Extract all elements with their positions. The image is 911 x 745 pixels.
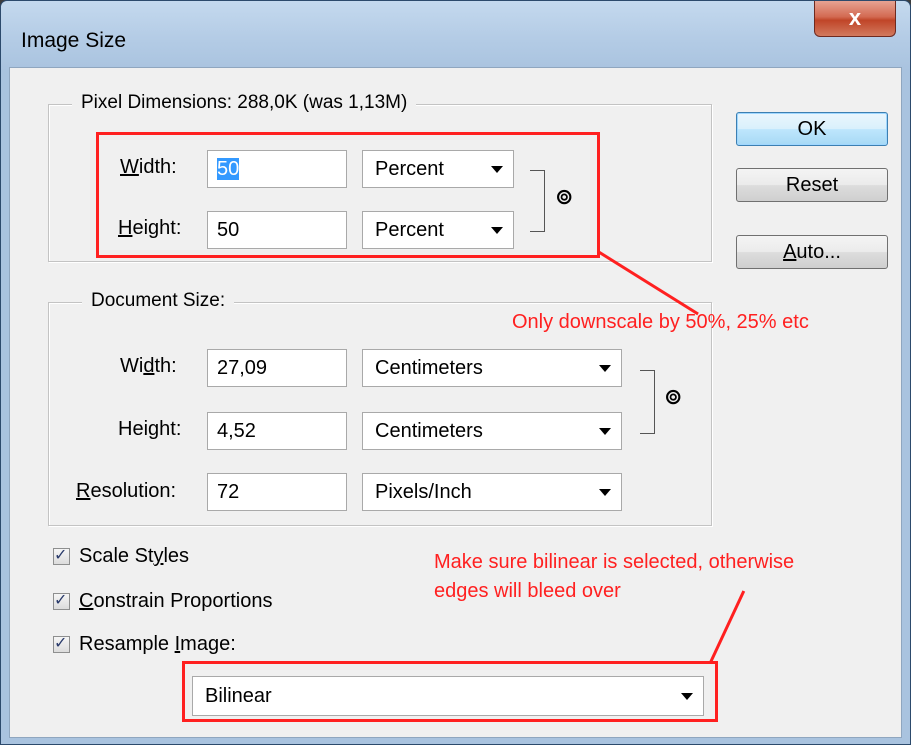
close-button[interactable]: x bbox=[814, 1, 896, 37]
ok-button[interactable]: OK bbox=[736, 112, 888, 146]
image-size-dialog: Image Size x Pixel Dimensions: 288,0K (w… bbox=[0, 0, 911, 745]
resample-image-label: Resample Image: bbox=[79, 633, 236, 655]
checkbox-box[interactable]: ✓ bbox=[53, 590, 70, 610]
annotation-bilinear-line2: edges will bleed over bbox=[434, 580, 621, 602]
resolution-input[interactable]: 72 bbox=[207, 473, 347, 511]
checkmark-icon: ✓ bbox=[54, 633, 68, 652]
doc-height-input[interactable]: 4,52 bbox=[207, 412, 347, 450]
dialog-title: Image Size bbox=[21, 29, 127, 52]
annotation-box-bilinear bbox=[182, 661, 718, 722]
annotation-box-pixel-dimensions bbox=[96, 132, 600, 258]
auto-button[interactable]: Auto... bbox=[736, 235, 888, 269]
annotation-downscale: Only downscale by 50%, 25% etc bbox=[512, 311, 809, 333]
document-size-legend: Document Size: bbox=[82, 290, 235, 312]
resolution-label: Resolution: bbox=[76, 480, 177, 502]
doc-constrain-bracket bbox=[640, 370, 655, 434]
constrain-proportions-label: Constrain Proportions bbox=[79, 590, 273, 612]
checkbox-box[interactable]: ✓ bbox=[53, 545, 70, 565]
link-chain-icon: ⊚ bbox=[664, 385, 683, 410]
chevron-down-icon bbox=[599, 428, 611, 435]
chevron-down-icon bbox=[599, 365, 611, 372]
doc-width-input[interactable]: 27,09 bbox=[207, 349, 347, 387]
chevron-down-icon bbox=[599, 489, 611, 496]
checkbox-box[interactable]: ✓ bbox=[53, 633, 70, 653]
resolution-unit-select[interactable]: Pixels/Inch bbox=[362, 473, 622, 511]
checkmark-icon: ✓ bbox=[54, 590, 68, 609]
pixel-dimensions-legend: Pixel Dimensions: 288,0K (was 1,13M) bbox=[72, 92, 417, 114]
annotation-line-bilinear bbox=[708, 590, 746, 665]
checkmark-icon: ✓ bbox=[54, 545, 68, 564]
title-bar: Image Size x bbox=[1, 1, 910, 67]
annotation-bilinear-line1: Make sure bilinear is selected, otherwis… bbox=[434, 551, 795, 573]
dialog-body: Pixel Dimensions: 288,0K (was 1,13M) Wid… bbox=[9, 67, 902, 738]
scale-styles-label: Scale Styles bbox=[79, 545, 190, 567]
doc-height-unit-select[interactable]: Centimeters bbox=[362, 412, 622, 450]
doc-width-unit-select[interactable]: Centimeters bbox=[362, 349, 622, 387]
doc-height-label: Height: bbox=[118, 418, 182, 440]
reset-button[interactable]: Reset bbox=[736, 168, 888, 202]
doc-width-label: Width: bbox=[120, 355, 177, 377]
